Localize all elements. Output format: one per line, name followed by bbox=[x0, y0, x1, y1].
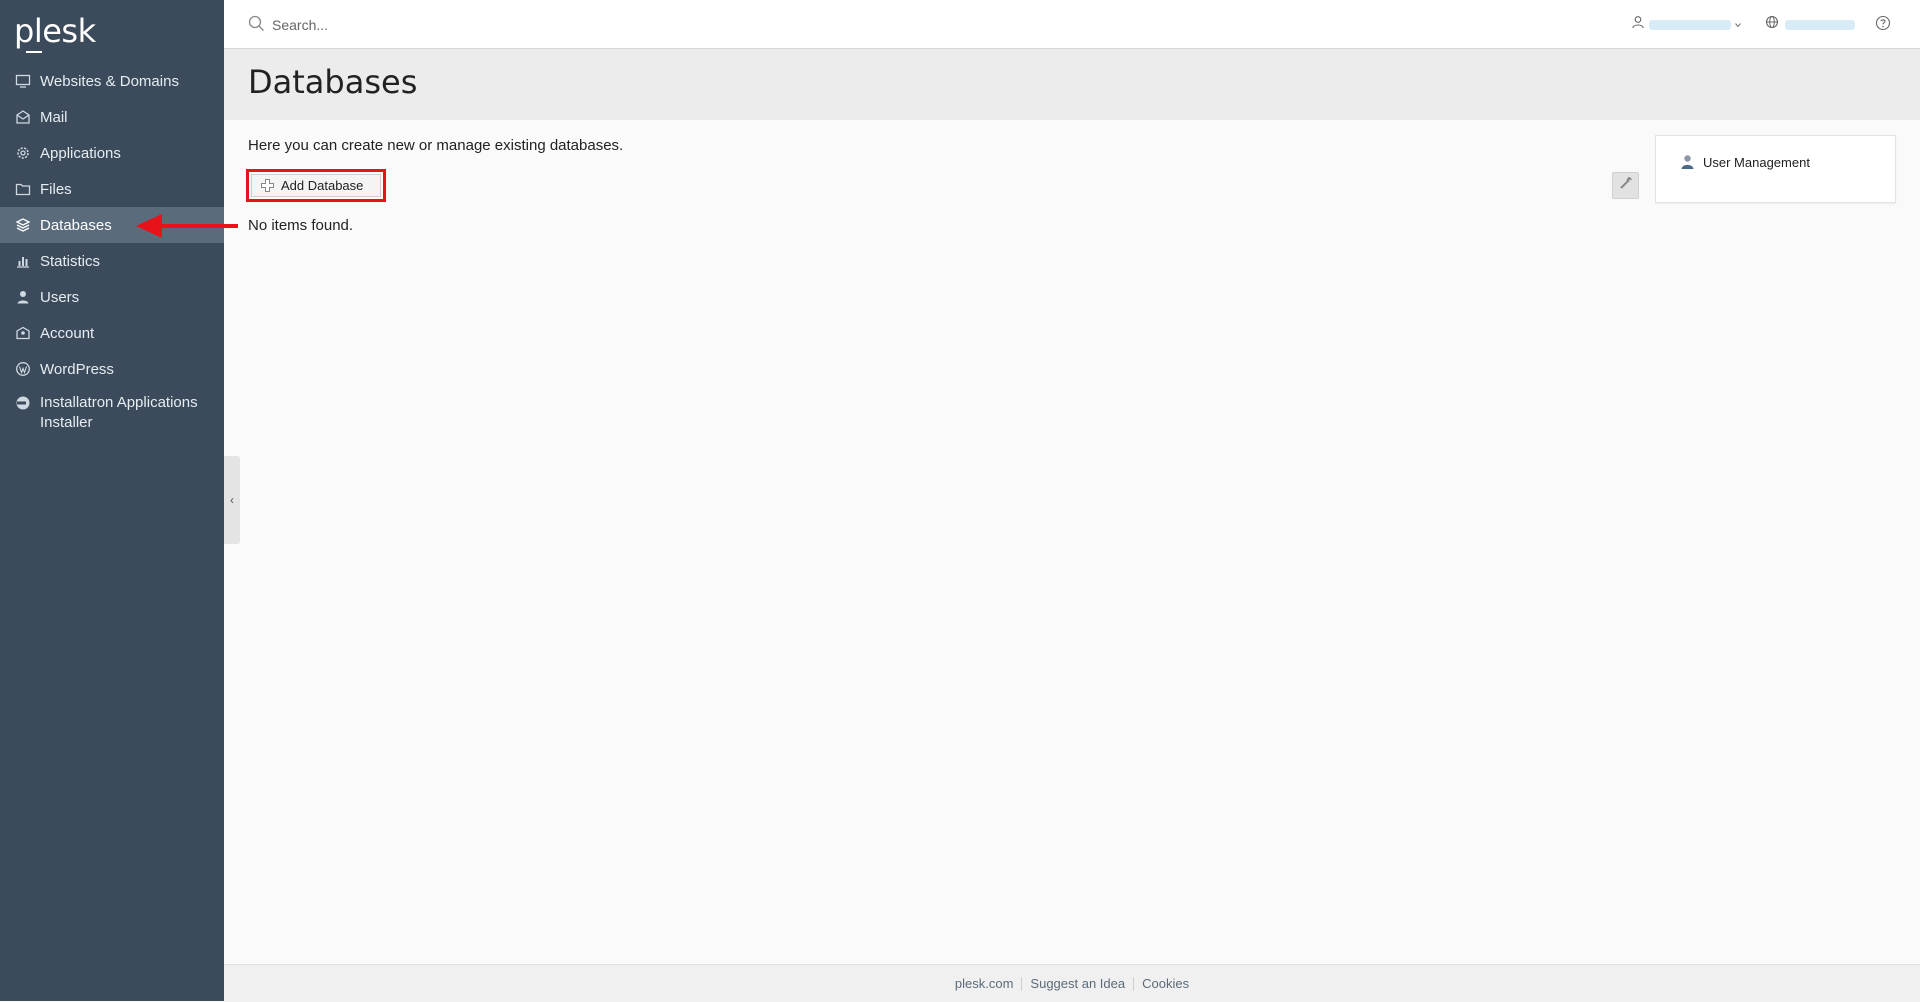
sidebar-item-installatron[interactable]: Installatron Applications Installer bbox=[0, 387, 224, 435]
highlight-box: Add Database bbox=[246, 169, 386, 202]
mail-icon bbox=[15, 109, 31, 125]
subscription-menu[interactable] bbox=[1765, 15, 1855, 34]
sidebar-item-label: Databases bbox=[40, 216, 112, 234]
page-title: Databases bbox=[248, 63, 418, 101]
wrench-icon bbox=[1618, 175, 1634, 196]
top-bar bbox=[224, 0, 1920, 49]
sidebar-item-mail[interactable]: Mail bbox=[0, 99, 224, 135]
search-icon bbox=[248, 15, 265, 37]
redacted-subscription bbox=[1785, 19, 1855, 30]
sidebar-item-label: Files bbox=[40, 180, 72, 198]
folder-icon bbox=[15, 181, 31, 197]
sidebar-item-statistics[interactable]: Statistics bbox=[0, 243, 224, 279]
user-icon bbox=[15, 289, 31, 305]
sidebar-item-label: Statistics bbox=[40, 252, 101, 270]
gear-icon bbox=[15, 145, 31, 161]
add-database-label: Add Database bbox=[281, 178, 364, 193]
user-icon bbox=[1631, 15, 1645, 34]
sidebar-item-label: Mail bbox=[40, 108, 68, 126]
account-icon bbox=[15, 325, 31, 341]
plesk-logo[interactable]: plesk bbox=[14, 12, 96, 50]
sidebar-nav: Websites & Domains Mail Applications Fil… bbox=[0, 63, 224, 435]
sidebar-item-label: Websites & Domains bbox=[40, 72, 179, 90]
side-panel-card: User Management bbox=[1655, 135, 1896, 203]
annotation-arrow bbox=[136, 214, 238, 238]
sidebar-item-wordpress[interactable]: WordPress bbox=[0, 351, 224, 387]
sidebar: plesk Websites & Domains Mail Applicatio… bbox=[0, 0, 224, 1001]
help-icon[interactable] bbox=[1875, 15, 1891, 36]
sidebar-item-label: Installatron Applications Installer bbox=[40, 394, 198, 431]
sidebar-item-account[interactable]: Account bbox=[0, 315, 224, 351]
sidebar-item-label: Users bbox=[40, 288, 80, 306]
monitor-icon bbox=[15, 73, 31, 89]
footer-link-plesk[interactable]: plesk.com bbox=[947, 976, 1022, 991]
sidebar-collapse-handle[interactable]: ‹ bbox=[224, 456, 240, 544]
user-management-label: User Management bbox=[1703, 154, 1810, 170]
page-header: Databases bbox=[224, 49, 1920, 120]
redacted-username bbox=[1649, 19, 1731, 30]
footer-link-cookies[interactable]: Cookies bbox=[1134, 976, 1197, 991]
search-input[interactable] bbox=[270, 12, 774, 38]
sidebar-item-label: Applications bbox=[40, 144, 121, 162]
sidebar-item-applications[interactable]: Applications bbox=[0, 135, 224, 171]
plus-icon bbox=[260, 178, 275, 193]
user-menu[interactable] bbox=[1631, 15, 1742, 34]
page-description: Here you can create new or manage existi… bbox=[248, 137, 624, 154]
installatron-icon bbox=[15, 395, 31, 411]
sidebar-item-label: WordPress bbox=[40, 360, 114, 378]
empty-list-message: No items found. bbox=[248, 217, 354, 234]
footer: plesk.com Suggest an Idea Cookies bbox=[224, 964, 1920, 1002]
bar-chart-icon bbox=[15, 253, 31, 269]
sidebar-item-label: Account bbox=[40, 324, 95, 342]
tools-button[interactable] bbox=[1612, 172, 1639, 199]
sidebar-item-websites-domains[interactable]: Websites & Domains bbox=[0, 63, 224, 99]
sidebar-item-files[interactable]: Files bbox=[0, 171, 224, 207]
user-management-link[interactable]: User Management bbox=[1680, 154, 1810, 170]
globe-icon bbox=[1765, 15, 1779, 34]
chevron-down-icon bbox=[1734, 16, 1742, 34]
wordpress-icon bbox=[15, 361, 31, 377]
add-database-button[interactable]: Add Database bbox=[251, 174, 381, 197]
database-icon bbox=[15, 217, 31, 233]
logo-underline bbox=[26, 51, 42, 53]
user-avatar-icon bbox=[1680, 154, 1695, 170]
footer-link-suggest-idea[interactable]: Suggest an Idea bbox=[1022, 976, 1133, 991]
chevron-left-icon: ‹ bbox=[230, 493, 234, 507]
sidebar-item-users[interactable]: Users bbox=[0, 279, 224, 315]
